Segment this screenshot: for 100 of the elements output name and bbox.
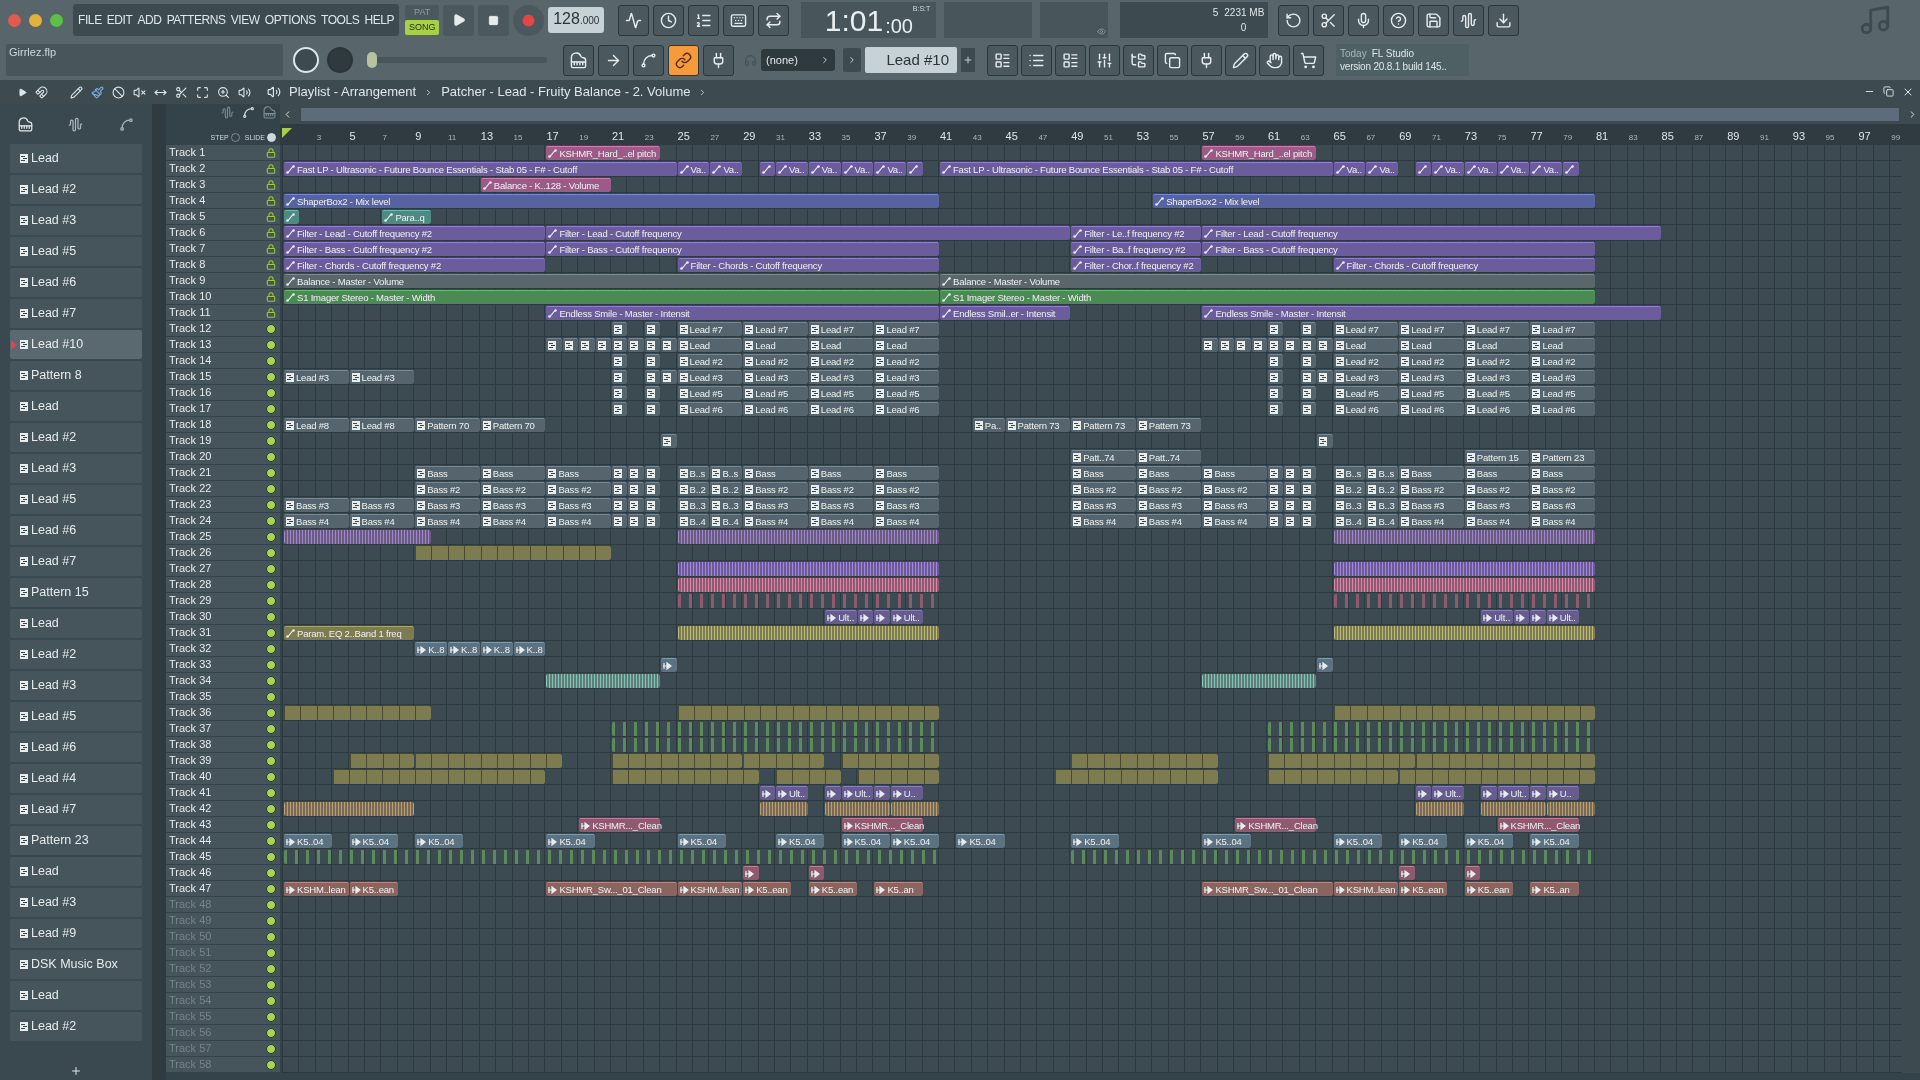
playlist-clip[interactable] [628, 482, 644, 496]
playlist-clip[interactable]: Bass #3 [480, 498, 546, 512]
position-slider[interactable] [367, 52, 547, 68]
track-header[interactable]: Track 12 [166, 321, 280, 336]
toolbar-button[interactable] [723, 4, 755, 36]
playlist-clip[interactable]: Ult.. [1432, 786, 1464, 800]
playlist-clip[interactable]: Filter - Chords - Cutoff frequency #2 [284, 258, 546, 272]
playlist-clip[interactable]: Lead #3 [349, 370, 415, 384]
playlist-clip[interactable] [1268, 498, 1284, 512]
playlist-clip[interactable]: Lead #3 [284, 370, 349, 384]
playlist-clip[interactable] [1399, 866, 1415, 880]
track-header[interactable]: Track 23 [166, 497, 280, 512]
slice-icon[interactable] [175, 85, 188, 99]
playlist-clip[interactable] [874, 786, 890, 800]
lock-icon[interactable] [266, 147, 276, 158]
playlist-clip[interactable]: Lead #2 [677, 354, 743, 368]
playlist-clip[interactable] [1530, 610, 1546, 624]
toolbar-button[interactable] [758, 4, 790, 36]
track-header[interactable]: Track 4 [166, 193, 280, 208]
picker-item[interactable]: Lead #5 [10, 237, 142, 266]
track-header[interactable]: Track 35 [166, 689, 280, 704]
playlist-clip[interactable]: B..2 [1366, 482, 1399, 496]
playlist-clip[interactable]: Lead #7 [1333, 322, 1399, 336]
playlist-clip[interactable]: B..2 [677, 482, 710, 496]
lock-icon[interactable] [266, 211, 276, 222]
toolbar-button[interactable] [987, 44, 1018, 76]
delete-icon[interactable] [112, 85, 125, 99]
track-enable-led[interactable] [266, 435, 276, 446]
playlist-clip[interactable]: Bass #3 [546, 498, 611, 512]
toolbar-button[interactable] [1225, 44, 1256, 76]
playlist-clip[interactable]: KSHMR..._Clean [1235, 818, 1317, 832]
playlist-clip[interactable] [661, 434, 677, 448]
track-header[interactable]: Track 41 [166, 785, 280, 800]
playlist-clip[interactable]: B..3 [1333, 498, 1366, 512]
track-enable-led[interactable] [266, 659, 276, 670]
playlist-clip[interactable] [661, 370, 677, 384]
track-enable-led[interactable] [266, 403, 276, 414]
toolbar-button[interactable] [1418, 4, 1450, 36]
curve-icon[interactable] [242, 106, 255, 119]
playlist-clip[interactable]: Bass #2 [1399, 482, 1464, 496]
track-enable-led[interactable] [266, 947, 276, 958]
playlist-clip[interactable] [644, 482, 661, 496]
playlist-clip[interactable]: K5..ean [808, 882, 857, 896]
playlist-clip[interactable]: Lead #2 [1530, 354, 1595, 368]
track-header[interactable]: Track 37 [166, 721, 280, 736]
playlist-clip[interactable]: Ult.. [841, 786, 874, 800]
lock-icon[interactable] [266, 243, 276, 254]
playlist-clip[interactable] [612, 466, 628, 480]
mode-toggle[interactable]: SONG [405, 20, 440, 35]
picker-item[interactable]: Lead #6 [10, 268, 142, 297]
playlist-clip[interactable] [1268, 338, 1284, 352]
playlist-clip[interactable]: Lead #6 [1399, 402, 1464, 416]
playlist-clip[interactable] [612, 354, 628, 368]
playlist-clip[interactable]: Filter - Chords - Cutoff frequency [1333, 258, 1595, 272]
playback-icon[interactable] [238, 85, 251, 99]
picker-item[interactable]: Lead #4 [10, 764, 142, 793]
playlist-clip[interactable]: Lead #7 [1530, 322, 1595, 336]
track-enable-led[interactable] [266, 691, 276, 702]
playlist-clip[interactable] [628, 338, 644, 352]
picker-item[interactable]: Pattern 8 [10, 361, 142, 390]
track-enable-led[interactable] [266, 419, 276, 430]
playlist-clip[interactable] [1300, 338, 1317, 352]
playlist-clip[interactable]: Bass #2 [415, 482, 480, 496]
news-panel[interactable]: Today FL Studio version 20.8.1 build 145.. [1336, 44, 1469, 76]
track-header[interactable]: Track 34 [166, 673, 280, 688]
playlist-clip[interactable]: Lead #5 [1399, 386, 1464, 400]
playlist-clip[interactable]: Filter - Bass - Cutoff frequency [1202, 242, 1595, 256]
playlist-clip[interactable]: KSHMR_Hard_..el pitch [546, 146, 661, 160]
playlist-clip[interactable]: Va.. [1366, 162, 1399, 176]
playlist-clip[interactable] [612, 370, 628, 384]
playlist-clip[interactable] [644, 402, 661, 416]
track-header[interactable]: Track 26 [166, 545, 280, 560]
playlist-clip[interactable]: Bass #2 [1464, 482, 1530, 496]
playlist-clip[interactable]: Balance - Master - Volume [940, 274, 1595, 288]
playlist-clip[interactable] [1317, 658, 1333, 672]
playlist-clip[interactable]: Bass #3 [415, 498, 480, 512]
menu-item[interactable]: EDIT [106, 11, 133, 29]
maximize-window-icon[interactable] [50, 13, 63, 27]
track-header[interactable]: Track 9 [166, 273, 280, 288]
playlist-clip[interactable] [1317, 370, 1333, 384]
playlist-clip[interactable]: B..3 [710, 498, 743, 512]
playlist-clip[interactable]: K5..04 [1071, 834, 1120, 848]
playlist-clip[interactable]: Bass #3 [349, 498, 415, 512]
playlist-clip[interactable]: Bass #4 [1071, 514, 1136, 528]
menu-item[interactable]: TOOLS [320, 11, 360, 29]
track-header[interactable]: Track 16 [166, 385, 280, 400]
playlist-clip[interactable]: KSHMR_Sw..._01_Clean [1202, 882, 1333, 896]
playlist-clip[interactable] [1251, 338, 1267, 352]
playlist-clip[interactable]: Bass #4 [284, 514, 349, 528]
playlist-clip[interactable] [1268, 466, 1284, 480]
picker-item[interactable]: Lead #2 [10, 1012, 142, 1041]
playlist-clip[interactable]: Fast LP - Ultrasonic - Future Bounce Essentials - Stab 05 - F# - Cutoff [940, 162, 1333, 176]
playlist-clip[interactable]: K5..04 [349, 834, 398, 848]
picker-item[interactable]: Lead #5 [10, 702, 142, 731]
playlist-clip[interactable]: K..8 [448, 642, 480, 656]
playlist-clip[interactable]: KSHM..lean [1333, 882, 1399, 896]
playlist-clip[interactable]: KSHMR..._Clean [1497, 818, 1579, 832]
stop-button[interactable] [478, 4, 510, 36]
playlist-clip[interactable]: Lead #3 [1464, 370, 1530, 384]
playlist-clip[interactable] [1563, 162, 1579, 176]
